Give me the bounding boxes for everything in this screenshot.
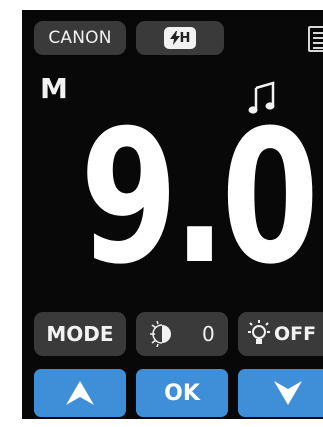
menu-icon[interactable] — [307, 25, 323, 53]
brightness-icon — [150, 321, 171, 347]
device-screen: CANON H M 9.0 MODE 0 OFF OK — [22, 10, 323, 419]
exposure-mode-indicator: M — [40, 72, 68, 105]
brightness-value: 0 — [202, 322, 215, 346]
flash-mode-button[interactable]: H — [136, 21, 224, 55]
brightness-button[interactable]: 0 — [136, 312, 228, 356]
lamp-icon — [248, 320, 270, 344]
ok-button-label: OK — [164, 380, 200, 406]
lamp-button[interactable]: OFF — [238, 312, 323, 356]
flash-mode-label: H — [179, 30, 191, 46]
mode-button-label: MODE — [46, 322, 114, 346]
ok-button[interactable]: OK — [136, 369, 228, 417]
up-button[interactable] — [34, 369, 126, 417]
flash-icon — [169, 31, 180, 45]
reading-value: 9.0 — [80, 91, 319, 305]
camera-brand-button[interactable]: CANON — [34, 21, 126, 55]
down-arrow-icon — [274, 381, 302, 405]
camera-brand-label: CANON — [48, 28, 112, 48]
flash-mode-badge: H — [164, 27, 196, 49]
up-arrow-icon — [66, 381, 94, 405]
down-button[interactable] — [238, 369, 323, 417]
mode-button[interactable]: MODE — [34, 312, 126, 356]
lamp-label: OFF — [274, 323, 317, 345]
